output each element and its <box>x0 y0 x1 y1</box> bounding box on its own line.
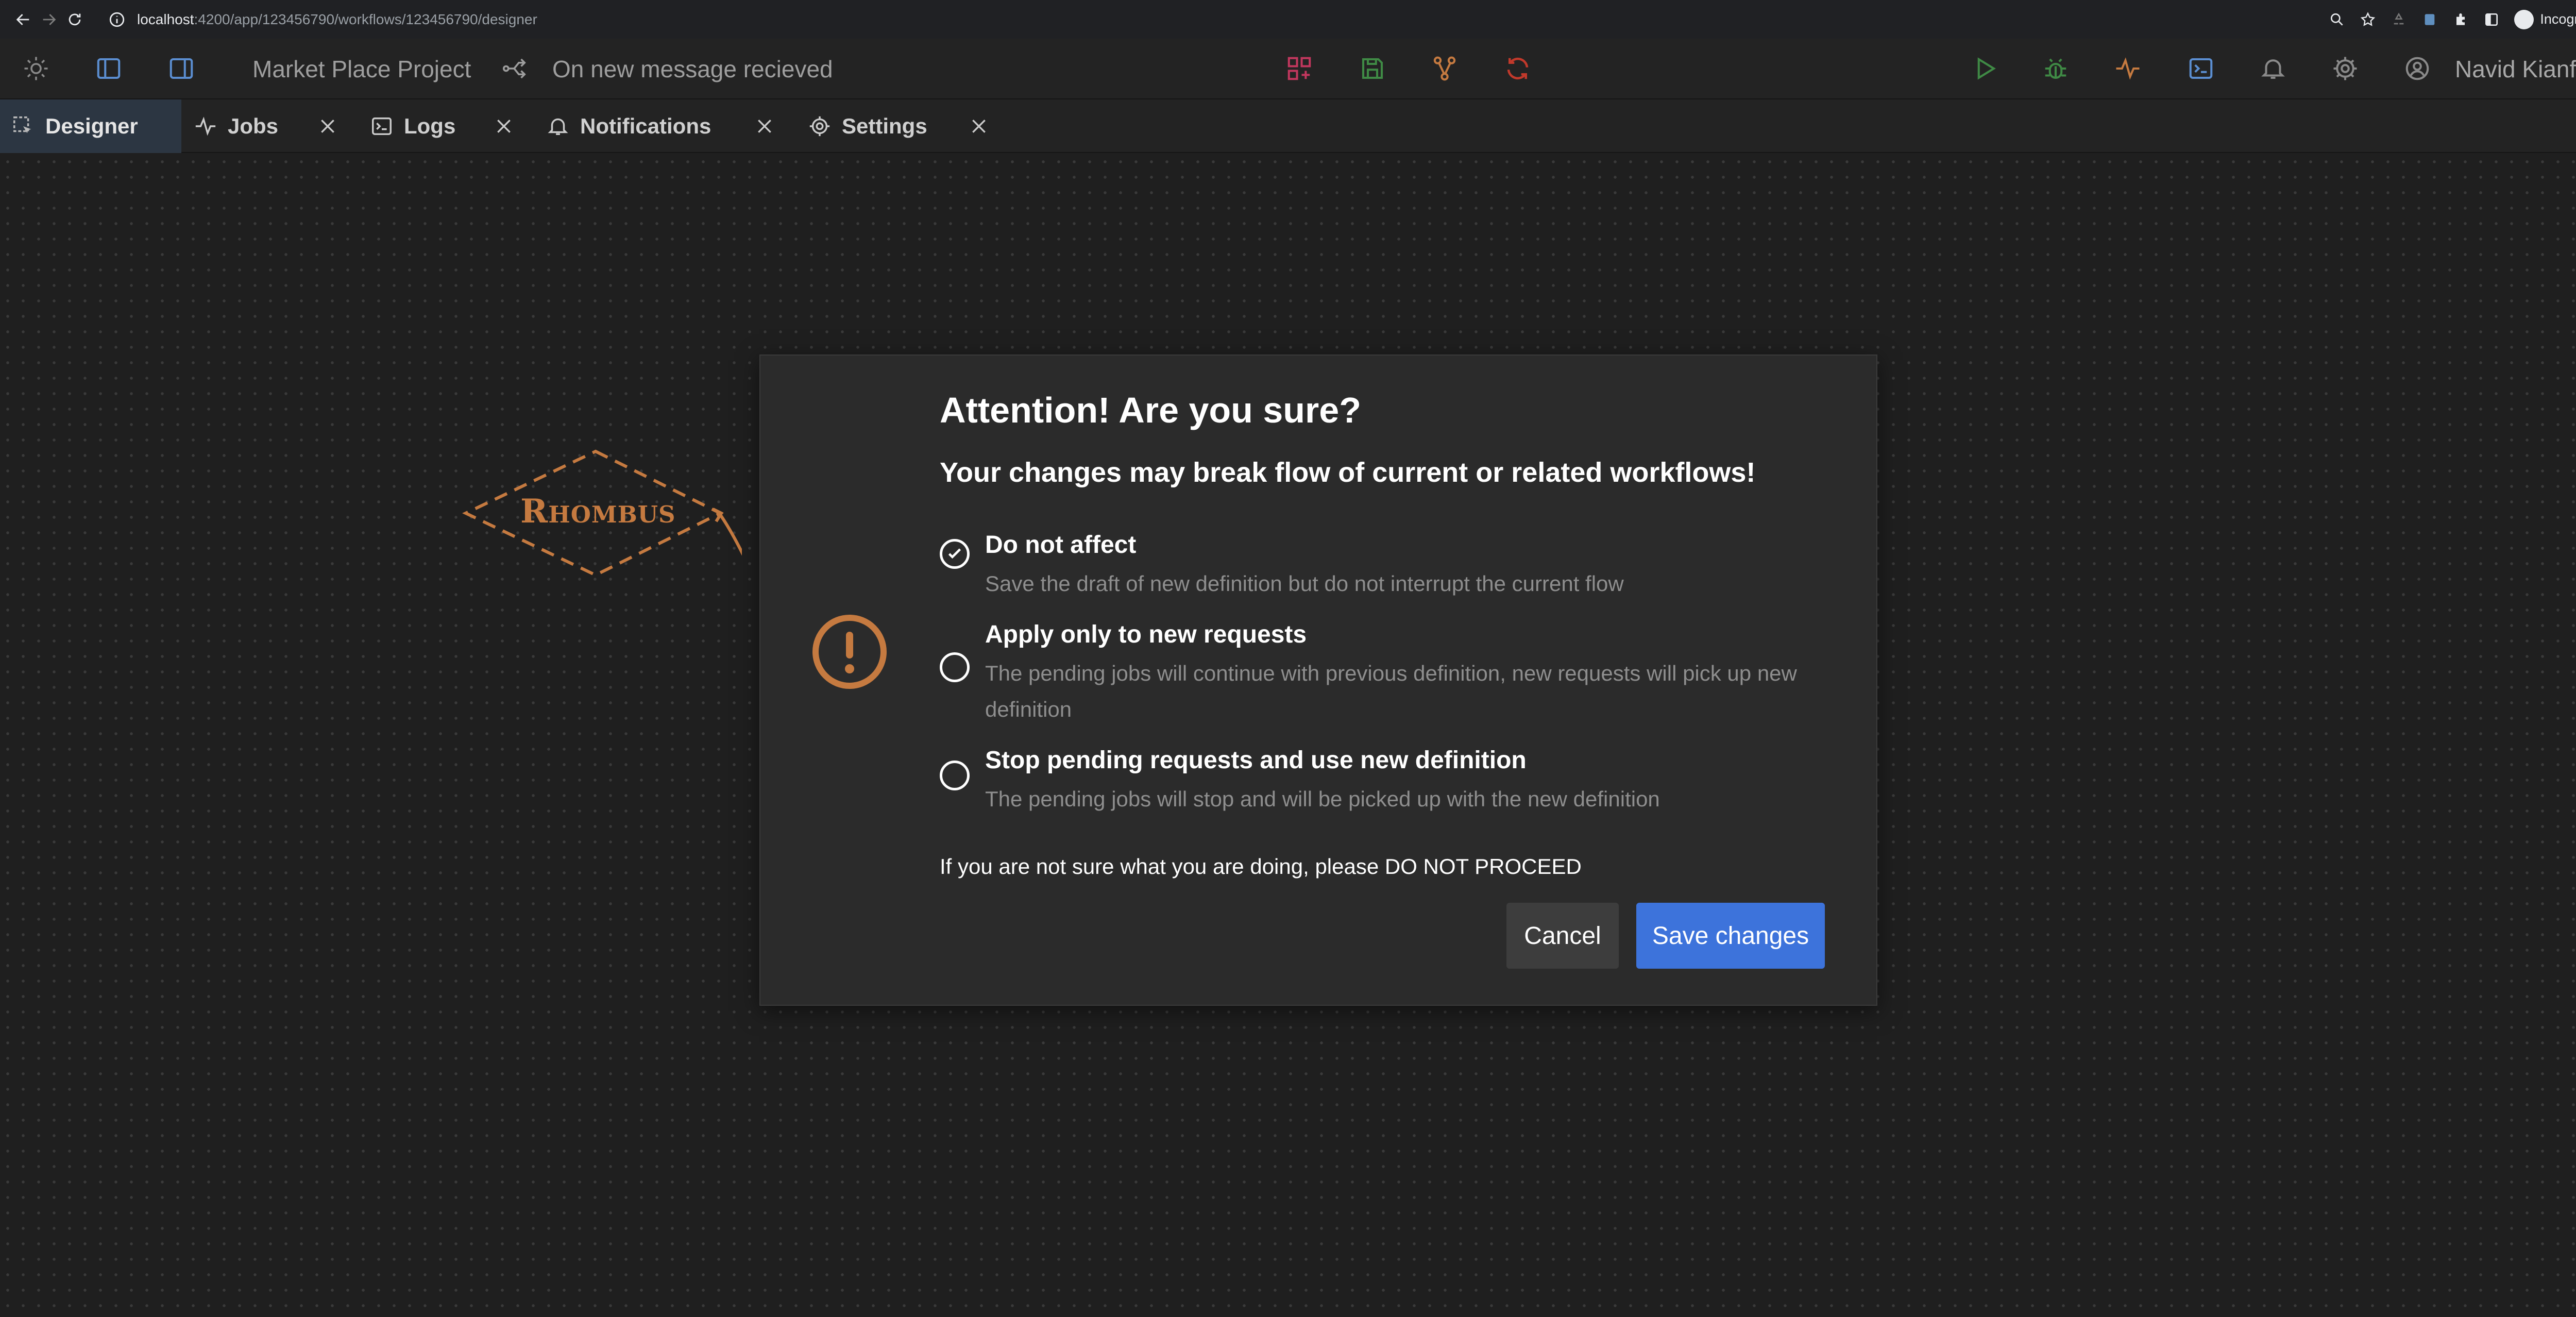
cancel-button[interactable]: Cancel <box>1506 903 1619 969</box>
terminal-icon <box>372 117 392 136</box>
tab-label: Jobs <box>228 114 279 138</box>
warning-icon <box>812 615 887 689</box>
close-icon <box>972 120 986 133</box>
gear-icon <box>2333 57 2357 80</box>
extension-recycle-icon[interactable] <box>2391 11 2407 28</box>
incognito-label: Incognito <box>2540 11 2576 27</box>
user-avatar[interactable] <box>2403 54 2432 83</box>
debug-button[interactable] <box>2041 54 2070 83</box>
address-bar[interactable]: localhost:4200/app/123456790/workflows/1… <box>108 5 2478 34</box>
grid-plus-icon <box>1287 57 1311 80</box>
puzzle-icon[interactable] <box>2452 11 2469 28</box>
notifications-button[interactable] <box>2259 54 2287 83</box>
close-icon <box>497 120 511 133</box>
info-icon <box>109 12 125 27</box>
sidebar-right-icon <box>170 58 193 79</box>
option-label: Apply only to new requests <box>985 621 1307 648</box>
run-button[interactable] <box>1970 54 1999 83</box>
tab-label: Settings <box>842 114 927 138</box>
refresh-icon <box>1507 57 1529 80</box>
floppy-disk-icon <box>1362 58 1383 79</box>
merge-button[interactable] <box>1430 54 1459 83</box>
trigger-icon-wrap <box>500 54 529 83</box>
activity-button[interactable] <box>2113 54 2142 83</box>
close-tab-jobs-button[interactable] <box>314 113 341 140</box>
zoom-icon[interactable] <box>2329 11 2345 28</box>
designer-icon <box>13 116 31 133</box>
save-button[interactable] <box>1358 54 1387 83</box>
user-circle-icon <box>2405 57 2429 80</box>
close-icon <box>321 120 334 133</box>
toggle-left-panel-button[interactable] <box>94 54 123 83</box>
tab-label: Notifications <box>580 114 711 138</box>
check-icon <box>948 548 961 559</box>
arrow-right-icon <box>43 13 56 25</box>
play-icon <box>1977 57 1996 80</box>
tab-bar: Designer Jobs Logs Notifications Setting… <box>0 99 2576 153</box>
option-description: Save the draft of new definition but do … <box>985 571 1624 596</box>
reload-button[interactable] <box>62 0 88 39</box>
dialog-subtitle: Your changes may break flow of current o… <box>940 457 1756 488</box>
tab-designer[interactable]: Designer <box>0 99 181 153</box>
close-tab-settings-button[interactable] <box>965 113 992 140</box>
settings-button[interactable] <box>2331 54 2360 83</box>
bell-icon <box>548 118 568 136</box>
option-label: Stop pending requests and use new defini… <box>985 747 1527 774</box>
bookmark-star-icon[interactable] <box>2360 11 2376 28</box>
option-description: The pending jobs will continue with prev… <box>985 661 1797 721</box>
sidebar-left-icon <box>97 58 121 79</box>
tab-jobs[interactable]: Jobs <box>194 99 278 153</box>
confirm-dialog: Attention! Are you sure? Your changes ma… <box>759 354 1877 1006</box>
browser-toolbar: localhost:4200/app/123456790/workflows/1… <box>0 0 2576 39</box>
branch-share-icon <box>502 58 526 79</box>
theme-toggle-button[interactable] <box>22 54 50 83</box>
forward-button[interactable] <box>36 0 62 39</box>
close-icon <box>758 120 771 133</box>
tab-logs[interactable]: Logs <box>370 99 455 153</box>
incognito-icon <box>2514 9 2534 29</box>
activity-icon <box>195 116 216 136</box>
close-tab-notifications-button[interactable] <box>751 113 778 140</box>
reload-icon <box>69 13 81 25</box>
app-header: Market Place Project On new message reci… <box>0 39 2576 99</box>
tab-label: Designer <box>45 114 138 138</box>
trigger-label[interactable]: On new message recieved <box>552 55 833 83</box>
incognito-badge[interactable]: Incognito <box>2514 9 2576 29</box>
add-node-button[interactable] <box>1285 54 1314 83</box>
dialog-title: Attention! Are you sure? <box>940 390 1361 430</box>
extension-box-icon[interactable] <box>2421 11 2438 28</box>
bug-icon <box>2045 58 2066 79</box>
rhombus-node-label: Rhombus <box>520 492 676 531</box>
toggle-right-panel-button[interactable] <box>167 54 196 83</box>
tab-settings[interactable]: Settings <box>808 99 927 153</box>
radio-selected[interactable] <box>940 539 970 569</box>
close-tab-logs-button[interactable] <box>490 113 517 140</box>
terminal-button[interactable] <box>2187 54 2215 83</box>
refresh-button[interactable] <box>1503 54 1532 83</box>
save-changes-button[interactable]: Save changes <box>1636 903 1825 969</box>
git-merge-icon <box>1433 56 1456 81</box>
back-button[interactable] <box>10 0 36 39</box>
tab-label: Logs <box>404 114 456 138</box>
arrow-left-icon <box>16 13 29 25</box>
url-path: :4200/app/123456790/workflows/123456790/… <box>194 11 537 27</box>
dialog-warning-note: If you are not sure what you are doing, … <box>940 854 1582 879</box>
option-label: Do not affect <box>985 531 1137 559</box>
bell-icon <box>2261 59 2285 79</box>
activity-icon <box>2116 57 2140 80</box>
option-description: The pending jobs will stop and will be p… <box>985 787 1660 811</box>
tab-notifications[interactable]: Notifications <box>546 99 711 153</box>
gear-icon <box>809 116 830 137</box>
url-host: localhost <box>137 11 194 27</box>
radio-unselected[interactable] <box>940 652 970 682</box>
user-name[interactable]: Navid Kianfar <box>2455 55 2576 83</box>
radio-unselected[interactable] <box>940 761 970 790</box>
terminal-icon <box>2189 58 2213 79</box>
sun-icon <box>24 57 48 80</box>
project-title[interactable]: Market Place Project <box>252 55 471 83</box>
side-panel-icon[interactable] <box>2483 11 2500 28</box>
